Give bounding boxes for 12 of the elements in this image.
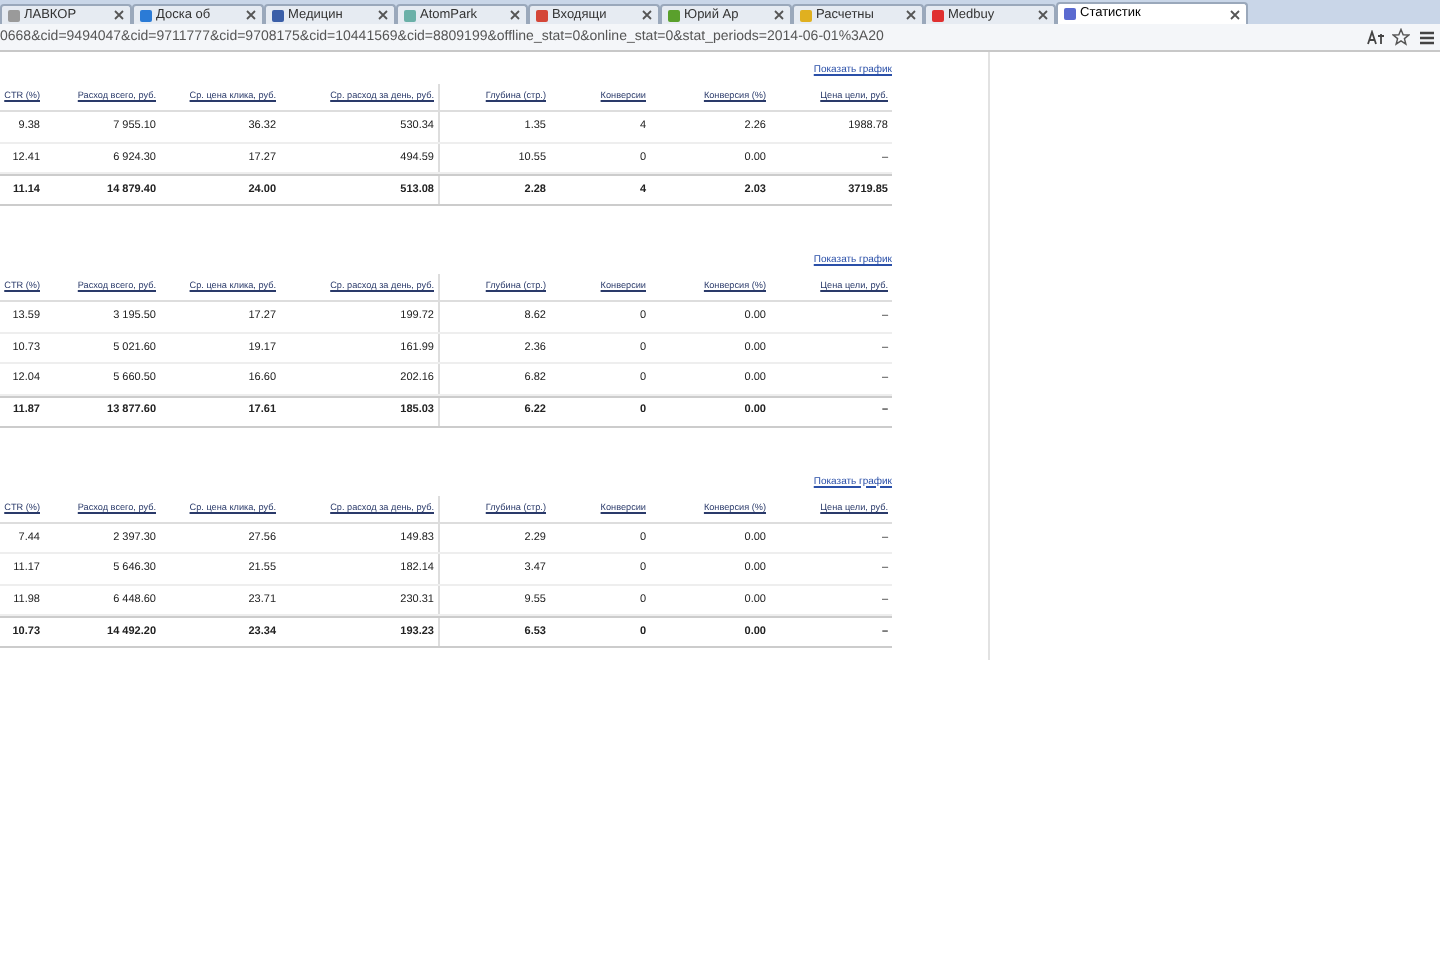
close-icon[interactable] [378, 10, 388, 20]
close-icon[interactable] [246, 10, 256, 20]
close-icon[interactable] [114, 10, 124, 20]
close-icon[interactable] [1038, 10, 1048, 20]
menu-icon[interactable] [1420, 29, 1434, 45]
star-icon[interactable] [1392, 28, 1410, 46]
translate-icon[interactable] [1366, 29, 1384, 45]
close-icon[interactable] [510, 10, 520, 20]
close-icon[interactable] [906, 10, 916, 20]
close-icon[interactable] [642, 10, 652, 20]
close-icon[interactable] [1230, 9, 1240, 19]
close-icon[interactable] [774, 10, 784, 20]
